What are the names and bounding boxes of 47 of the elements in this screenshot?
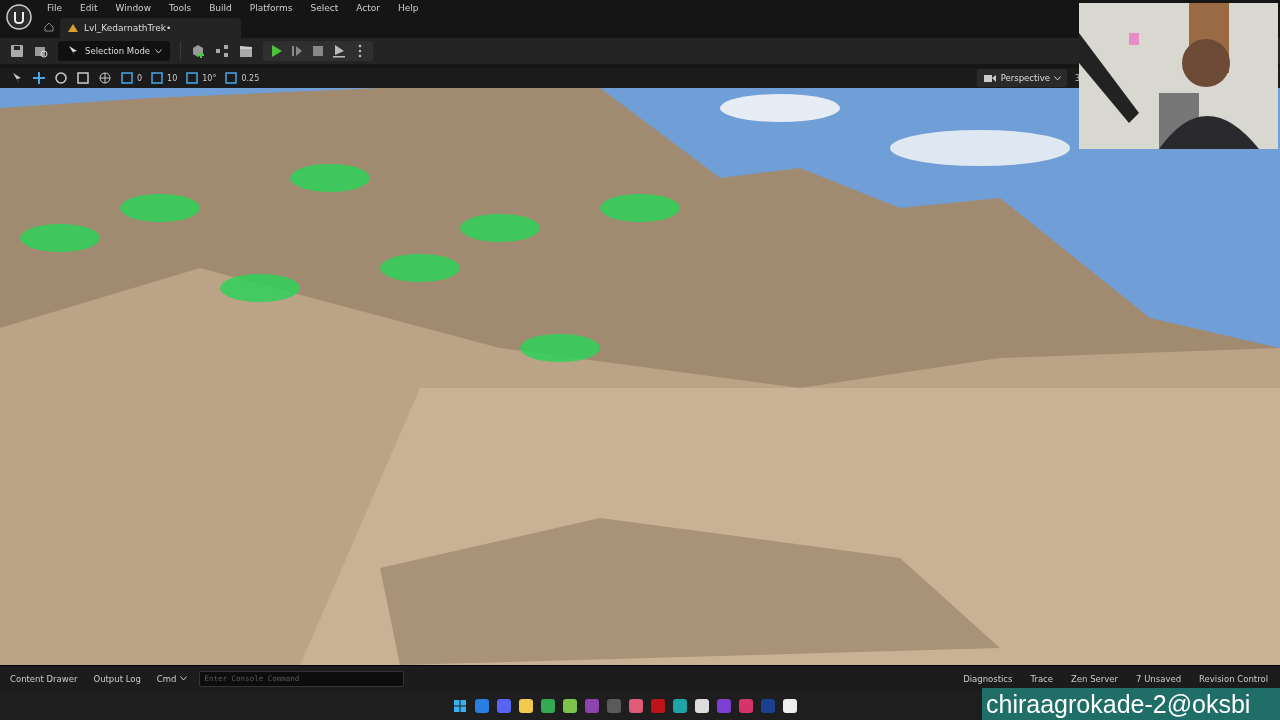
level-icon (68, 24, 78, 32)
snap-setting[interactable]: 10° (185, 71, 217, 85)
menu-item[interactable]: Edit (71, 3, 107, 13)
snap-setting[interactable]: 0.25 (224, 71, 260, 85)
menu-item[interactable]: Select (301, 3, 348, 13)
status-button[interactable]: Revision Control (1195, 673, 1272, 684)
status-button[interactable]: Diagnostics (959, 673, 1017, 684)
caret-icon (1053, 75, 1061, 81)
eject-icon[interactable] (332, 44, 347, 58)
status-button[interactable]: Content Drawer (6, 673, 82, 684)
save-icon[interactable] (10, 44, 24, 58)
menu-item[interactable]: File (38, 3, 72, 13)
play-icon[interactable] (269, 44, 284, 58)
tab-title: Lvl_KedarnathTrek• (84, 23, 172, 33)
status-button[interactable]: Zen Server (1067, 673, 1123, 684)
start-icon[interactable] (453, 699, 467, 713)
rotate-icon[interactable] (54, 71, 68, 85)
menu-item[interactable]: Build (200, 3, 241, 13)
menu-item[interactable]: Help (388, 3, 428, 13)
menu-item[interactable]: Platforms (240, 3, 302, 13)
snap-setting[interactable]: 10 (150, 71, 178, 85)
menu-item[interactable]: Actor (347, 3, 389, 13)
menu-item[interactable]: Window (106, 3, 160, 13)
app-icon[interactable] (695, 699, 709, 713)
globe-icon[interactable] (98, 71, 112, 85)
overlay-text: chiraagrokade-2@oksbi (982, 688, 1280, 720)
app-icon[interactable] (563, 699, 577, 713)
caret-icon (155, 48, 163, 54)
home-icon[interactable] (44, 22, 54, 32)
logo-icon[interactable] (6, 4, 32, 30)
move-icon[interactable] (32, 71, 46, 85)
camera-speed[interactable]: 3 (1074, 73, 1080, 83)
level-tab[interactable]: Lvl_KedarnathTrek• (60, 18, 242, 38)
stop-icon[interactable] (311, 44, 326, 58)
status-button[interactable]: Trace (1026, 673, 1057, 684)
mode-dropdown[interactable]: Selection Mode (58, 41, 171, 61)
menu-item[interactable]: Tools (160, 3, 201, 13)
add-actor-icon[interactable] (191, 44, 206, 58)
caret-icon (180, 676, 188, 681)
app-icon[interactable] (783, 699, 797, 713)
status-button[interactable]: 7 Unsaved (1132, 673, 1186, 684)
app-icon[interactable] (519, 699, 533, 713)
snap-setting[interactable]: 0 (120, 71, 143, 85)
cmd-dropdown[interactable]: Cmd (152, 673, 192, 684)
scale-icon[interactable] (76, 71, 90, 85)
perspective-dropdown[interactable]: Perspective (976, 69, 1067, 87)
status-button[interactable]: Output Log (89, 673, 145, 684)
